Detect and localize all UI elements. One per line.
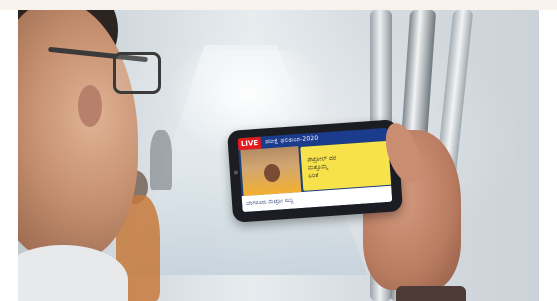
camera-dot xyxy=(233,170,239,175)
topbar-text: ಪರೀಕ್ಷೆ ಫಲಿತಾಂಶ-2020 xyxy=(264,134,319,146)
news-anchor-image xyxy=(240,146,302,197)
ticker-text: ಬೆಂಗಳೂರು ಮೆಟ್ರೋ ಸುದ್ದಿ xyxy=(245,197,294,207)
anchor-head xyxy=(263,163,281,183)
ear xyxy=(78,85,102,127)
smartphone: LIVE ಪರೀಕ್ಷೆ ಫಲಿತಾಂಶ-2020 ಪೆಟ್ರೋಲ್ ದರ ಮತ… xyxy=(226,119,404,223)
headline-box: ಪೆಟ್ರೋಲ್ ದರ ಮತ್ತೊಮ್ಮೆ ಏರಿಕೆ xyxy=(300,140,393,191)
phone-screen: LIVE ಪರೀಕ್ಷೆ ಫಲಿತಾಂಶ-2020 ಪೆಟ್ರೋಲ್ ದರ ಮತ… xyxy=(237,127,393,213)
sleeve xyxy=(396,286,466,301)
top-border-strip xyxy=(0,0,557,10)
background-passenger xyxy=(150,130,172,190)
photo: LIVE ಪರೀಕ್ಷೆ ಫಲಿತಾಂಶ-2020 ಪೆಟ್ರೋಲ್ ದರ ಮತ… xyxy=(18,10,539,301)
glasses-lens xyxy=(113,52,161,94)
